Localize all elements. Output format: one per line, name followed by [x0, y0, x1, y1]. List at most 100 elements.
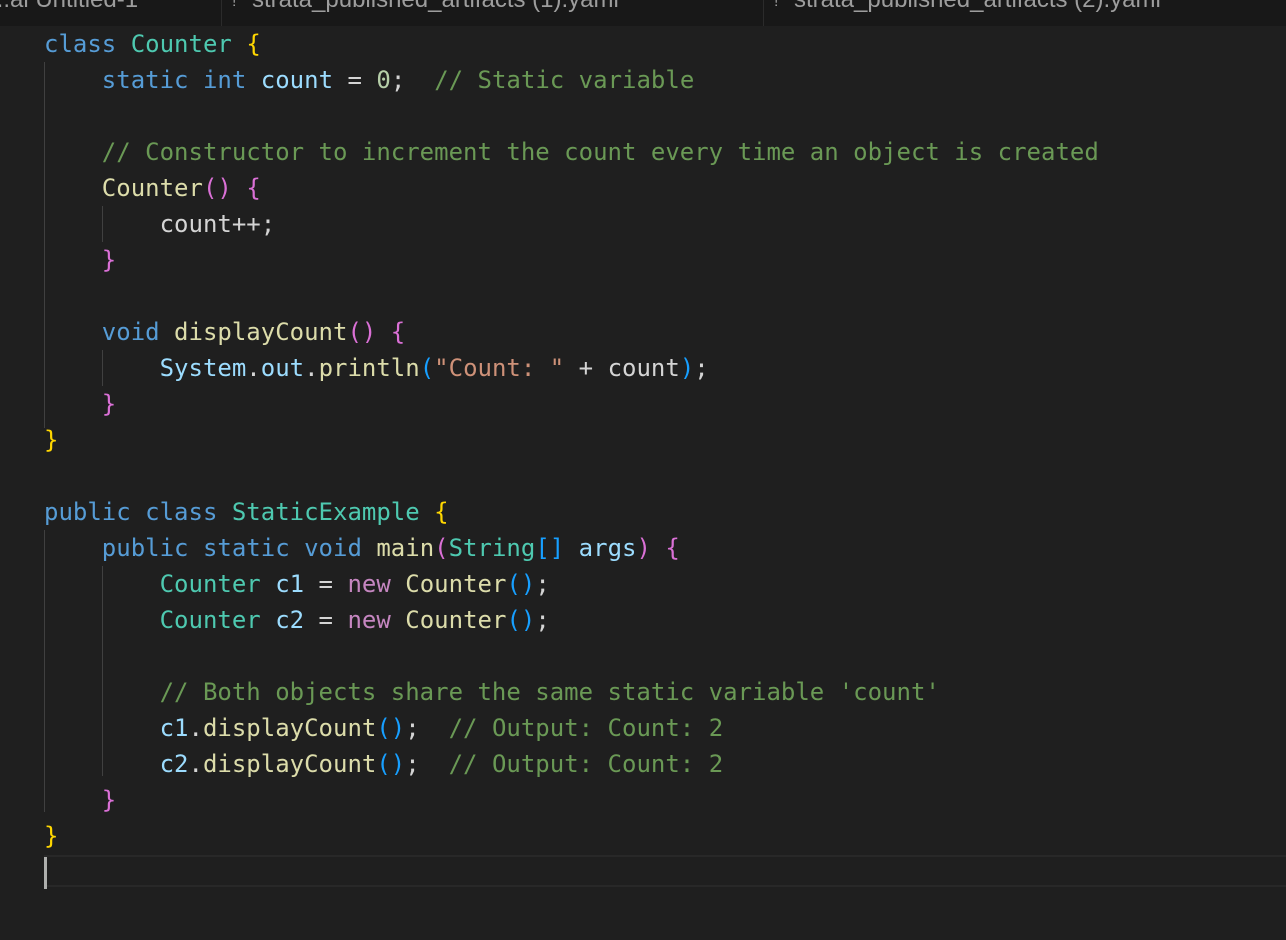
code-line: } — [44, 242, 116, 278]
code-line: } — [44, 818, 58, 854]
code-line: // Constructor to increment the count ev… — [44, 134, 1099, 170]
code-token: public — [44, 498, 131, 526]
yaml-file-icon: ! — [232, 0, 237, 10]
code-token: { — [434, 498, 449, 526]
code-line: c2.displayCount(); // Output: Count: 2 — [44, 746, 724, 782]
code-token: } — [44, 822, 59, 850]
code-token: = — [304, 606, 348, 634]
code-token: c2 — [159, 750, 189, 778]
code-token: ) — [679, 354, 695, 382]
code-token: displayCount — [202, 750, 377, 778]
code-token: ( — [419, 354, 435, 382]
tab-label: strata_published_artifacts (2).yaml — [794, 0, 1161, 13]
code-token: ( — [434, 534, 449, 562]
code-token: static — [101, 66, 189, 94]
code-token: void — [304, 534, 362, 562]
code-line: Counter() { — [44, 170, 261, 206]
code-token: displayCount — [174, 318, 348, 346]
code-token: . — [188, 750, 203, 778]
code-line: static int count = 0; // Static variable — [44, 62, 694, 98]
code-token: . — [304, 354, 319, 382]
code-token: count — [260, 66, 334, 94]
code-token: // Static variable — [434, 66, 695, 94]
code-token: class — [145, 498, 218, 526]
code-token: { — [246, 174, 261, 202]
code-token: void — [101, 318, 160, 346]
code-token: Counter — [101, 174, 203, 202]
code-token: () — [376, 714, 406, 742]
code-token: static — [202, 534, 290, 562]
code-token: Counter — [159, 570, 261, 598]
tab-yaml-file-2[interactable]: ! strata_published_artifacts (2).yaml — [764, 0, 1286, 26]
current-line-highlight — [44, 855, 1286, 887]
code-line: class Counter { — [44, 26, 261, 62]
text-cursor — [44, 857, 47, 889]
code-token: Counter — [405, 570, 507, 598]
code-token: () — [347, 318, 377, 346]
tab-yaml-file-1[interactable]: ! strata_published_artifacts (1).yaml — [222, 0, 764, 26]
code-line: System.out.println("Count: " + count); — [44, 350, 709, 386]
code-token: ; — [405, 750, 449, 778]
code-editor[interactable]: class Counter { static int count = 0; //… — [0, 26, 1286, 940]
tab-label: ...ai Untitled-1 — [0, 0, 138, 13]
code-token: count — [607, 354, 680, 382]
code-token: c2 — [275, 606, 305, 634]
code-token: Counter — [130, 30, 232, 58]
code-token: public — [101, 534, 189, 562]
code-line: c1.displayCount(); // Output: Count: 2 — [44, 710, 724, 746]
tab-untitled[interactable]: ● ...ai Untitled-1 — [0, 0, 222, 26]
code-token: () — [202, 174, 232, 202]
code-token: out — [260, 354, 305, 382]
code-token: } — [44, 426, 59, 454]
editor-tab-bar: ● ...ai Untitled-1 ! strata_published_ar… — [0, 0, 1286, 27]
code-token: ; — [535, 570, 550, 598]
code-token: new — [347, 606, 391, 634]
code-line: count++; — [44, 206, 276, 242]
code-line: // Both objects share the same static va… — [44, 674, 940, 710]
code-token: Counter — [405, 606, 507, 634]
code-token: [] — [535, 534, 565, 562]
code-token: Counter — [159, 606, 261, 634]
code-token: c1 — [159, 714, 189, 742]
code-line: void displayCount() { — [44, 314, 405, 350]
code-token: ; — [405, 714, 449, 742]
code-token: // Both objects share the same static va… — [159, 678, 940, 706]
code-token: // Constructor to increment the count ev… — [101, 138, 1099, 166]
code-token: = — [333, 66, 377, 94]
code-token: String — [448, 534, 536, 562]
code-line: } — [44, 782, 116, 818]
code-token: ; — [535, 606, 550, 634]
tab-label: strata_published_artifacts (1).yaml — [252, 0, 619, 13]
code-line: Counter c1 = new Counter(); — [44, 566, 550, 602]
code-token: { — [665, 534, 680, 562]
code-line: public class StaticExample { — [44, 494, 449, 530]
code-line: Counter c2 = new Counter(); — [44, 602, 550, 638]
code-token: new — [347, 570, 391, 598]
code-token: } — [101, 246, 117, 274]
code-token: { — [246, 30, 261, 58]
